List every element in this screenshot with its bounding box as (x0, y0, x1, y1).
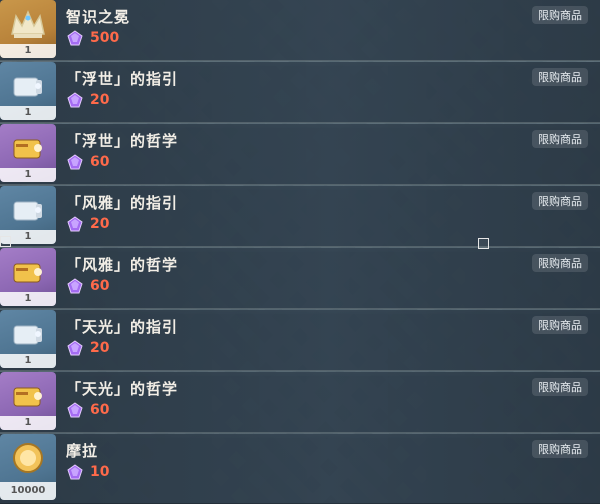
price-value: 500 (90, 30, 120, 46)
philosophy-book-icon (13, 387, 42, 407)
price-value: 20 (90, 340, 110, 356)
limited-badge: 限购商品 (532, 378, 588, 396)
shop-item-row[interactable]: 1 「天光」的指引 20 限购商品 (0, 310, 600, 376)
shop-item-row[interactable]: 1 「天光」的哲学 60 限购商品 (0, 372, 600, 438)
selection-marker-left (0, 236, 11, 247)
item-qty: 1 (0, 168, 56, 182)
limited-badge: 限购商品 (532, 6, 588, 24)
item-thumbnail: 1 (0, 310, 56, 368)
shop-item-row[interactable]: 1 「浮世」的哲学 60 限购商品 (0, 124, 600, 190)
item-name: 「浮世」的指引 (66, 70, 179, 88)
shop-item-row[interactable]: 1 「风雅」的哲学 60 限购商品 (0, 248, 600, 314)
item-qty: 1 (0, 106, 56, 120)
item-price: 10 (66, 464, 109, 480)
item-price: 60 (66, 154, 109, 170)
limited-badge: 限购商品 (532, 254, 588, 272)
price-value: 20 (90, 216, 110, 232)
limited-badge: 限购商品 (532, 316, 588, 334)
crown-icon (11, 10, 45, 38)
shop-item-row[interactable]: 10000 摩拉 10 限购商品 (0, 434, 600, 504)
limited-badge: 限购商品 (532, 192, 588, 210)
mora-coin-icon (13, 443, 43, 473)
item-thumbnail: 1 (0, 372, 56, 430)
item-thumbnail: 1 (0, 62, 56, 120)
item-name: 「天光」的哲学 (66, 380, 179, 398)
item-thumbnail: 1 (0, 248, 56, 306)
limited-badge: 限购商品 (532, 440, 588, 458)
primogem-icon (67, 402, 83, 418)
selection-marker-right (478, 238, 489, 249)
item-qty: 1 (0, 292, 56, 306)
item-price: 20 (66, 216, 109, 232)
item-price: 60 (66, 278, 109, 294)
shop-item-row[interactable]: 1 智识之冕 500 限购商品 (0, 0, 600, 66)
item-name: 「天光」的指引 (66, 318, 179, 336)
item-price: 20 (66, 340, 109, 356)
item-qty: 10000 (0, 482, 56, 500)
item-price: 20 (66, 92, 109, 108)
price-value: 10 (90, 464, 110, 480)
price-value: 60 (90, 278, 110, 294)
price-value: 60 (90, 154, 110, 170)
item-thumbnail: 1 (0, 124, 56, 182)
item-name: 「浮世」的哲学 (66, 132, 179, 150)
item-name: 「风雅」的指引 (66, 194, 179, 212)
guide-book-icon (13, 325, 42, 345)
item-thumbnail: 1 (0, 0, 56, 58)
primogem-icon (67, 154, 83, 170)
item-name: 摩拉 (66, 442, 99, 460)
limited-badge: 限购商品 (532, 68, 588, 86)
shop-item-row[interactable]: 1 「浮世」的指引 20 限购商品 (0, 62, 600, 128)
price-value: 20 (90, 92, 110, 108)
guide-book-icon (13, 201, 42, 221)
philosophy-book-icon (13, 263, 42, 283)
primogem-icon (67, 278, 83, 294)
primogem-icon (67, 30, 83, 46)
item-qty: 1 (0, 416, 56, 430)
item-name: 智识之冕 (66, 8, 131, 26)
price-value: 60 (90, 402, 110, 418)
item-price: 60 (66, 402, 109, 418)
item-price: 500 (66, 30, 119, 46)
primogem-icon (67, 464, 83, 480)
shop-item-row[interactable]: 1 「风雅」的指引 20 限购商品 (0, 186, 600, 252)
primogem-icon (67, 92, 83, 108)
limited-badge: 限购商品 (532, 130, 588, 148)
item-qty: 1 (0, 44, 56, 58)
item-qty: 1 (0, 354, 56, 368)
item-name: 「风雅」的哲学 (66, 256, 179, 274)
philosophy-book-icon (13, 139, 42, 159)
shop-item-list: 1 智识之冕 500 限购商品 1 「浮世」的指引 20 限购商品 1 「浮世」… (0, 0, 600, 504)
primogem-icon (67, 340, 83, 356)
item-thumbnail: 10000 (0, 434, 56, 500)
primogem-icon (67, 216, 83, 232)
guide-book-icon (13, 77, 42, 97)
